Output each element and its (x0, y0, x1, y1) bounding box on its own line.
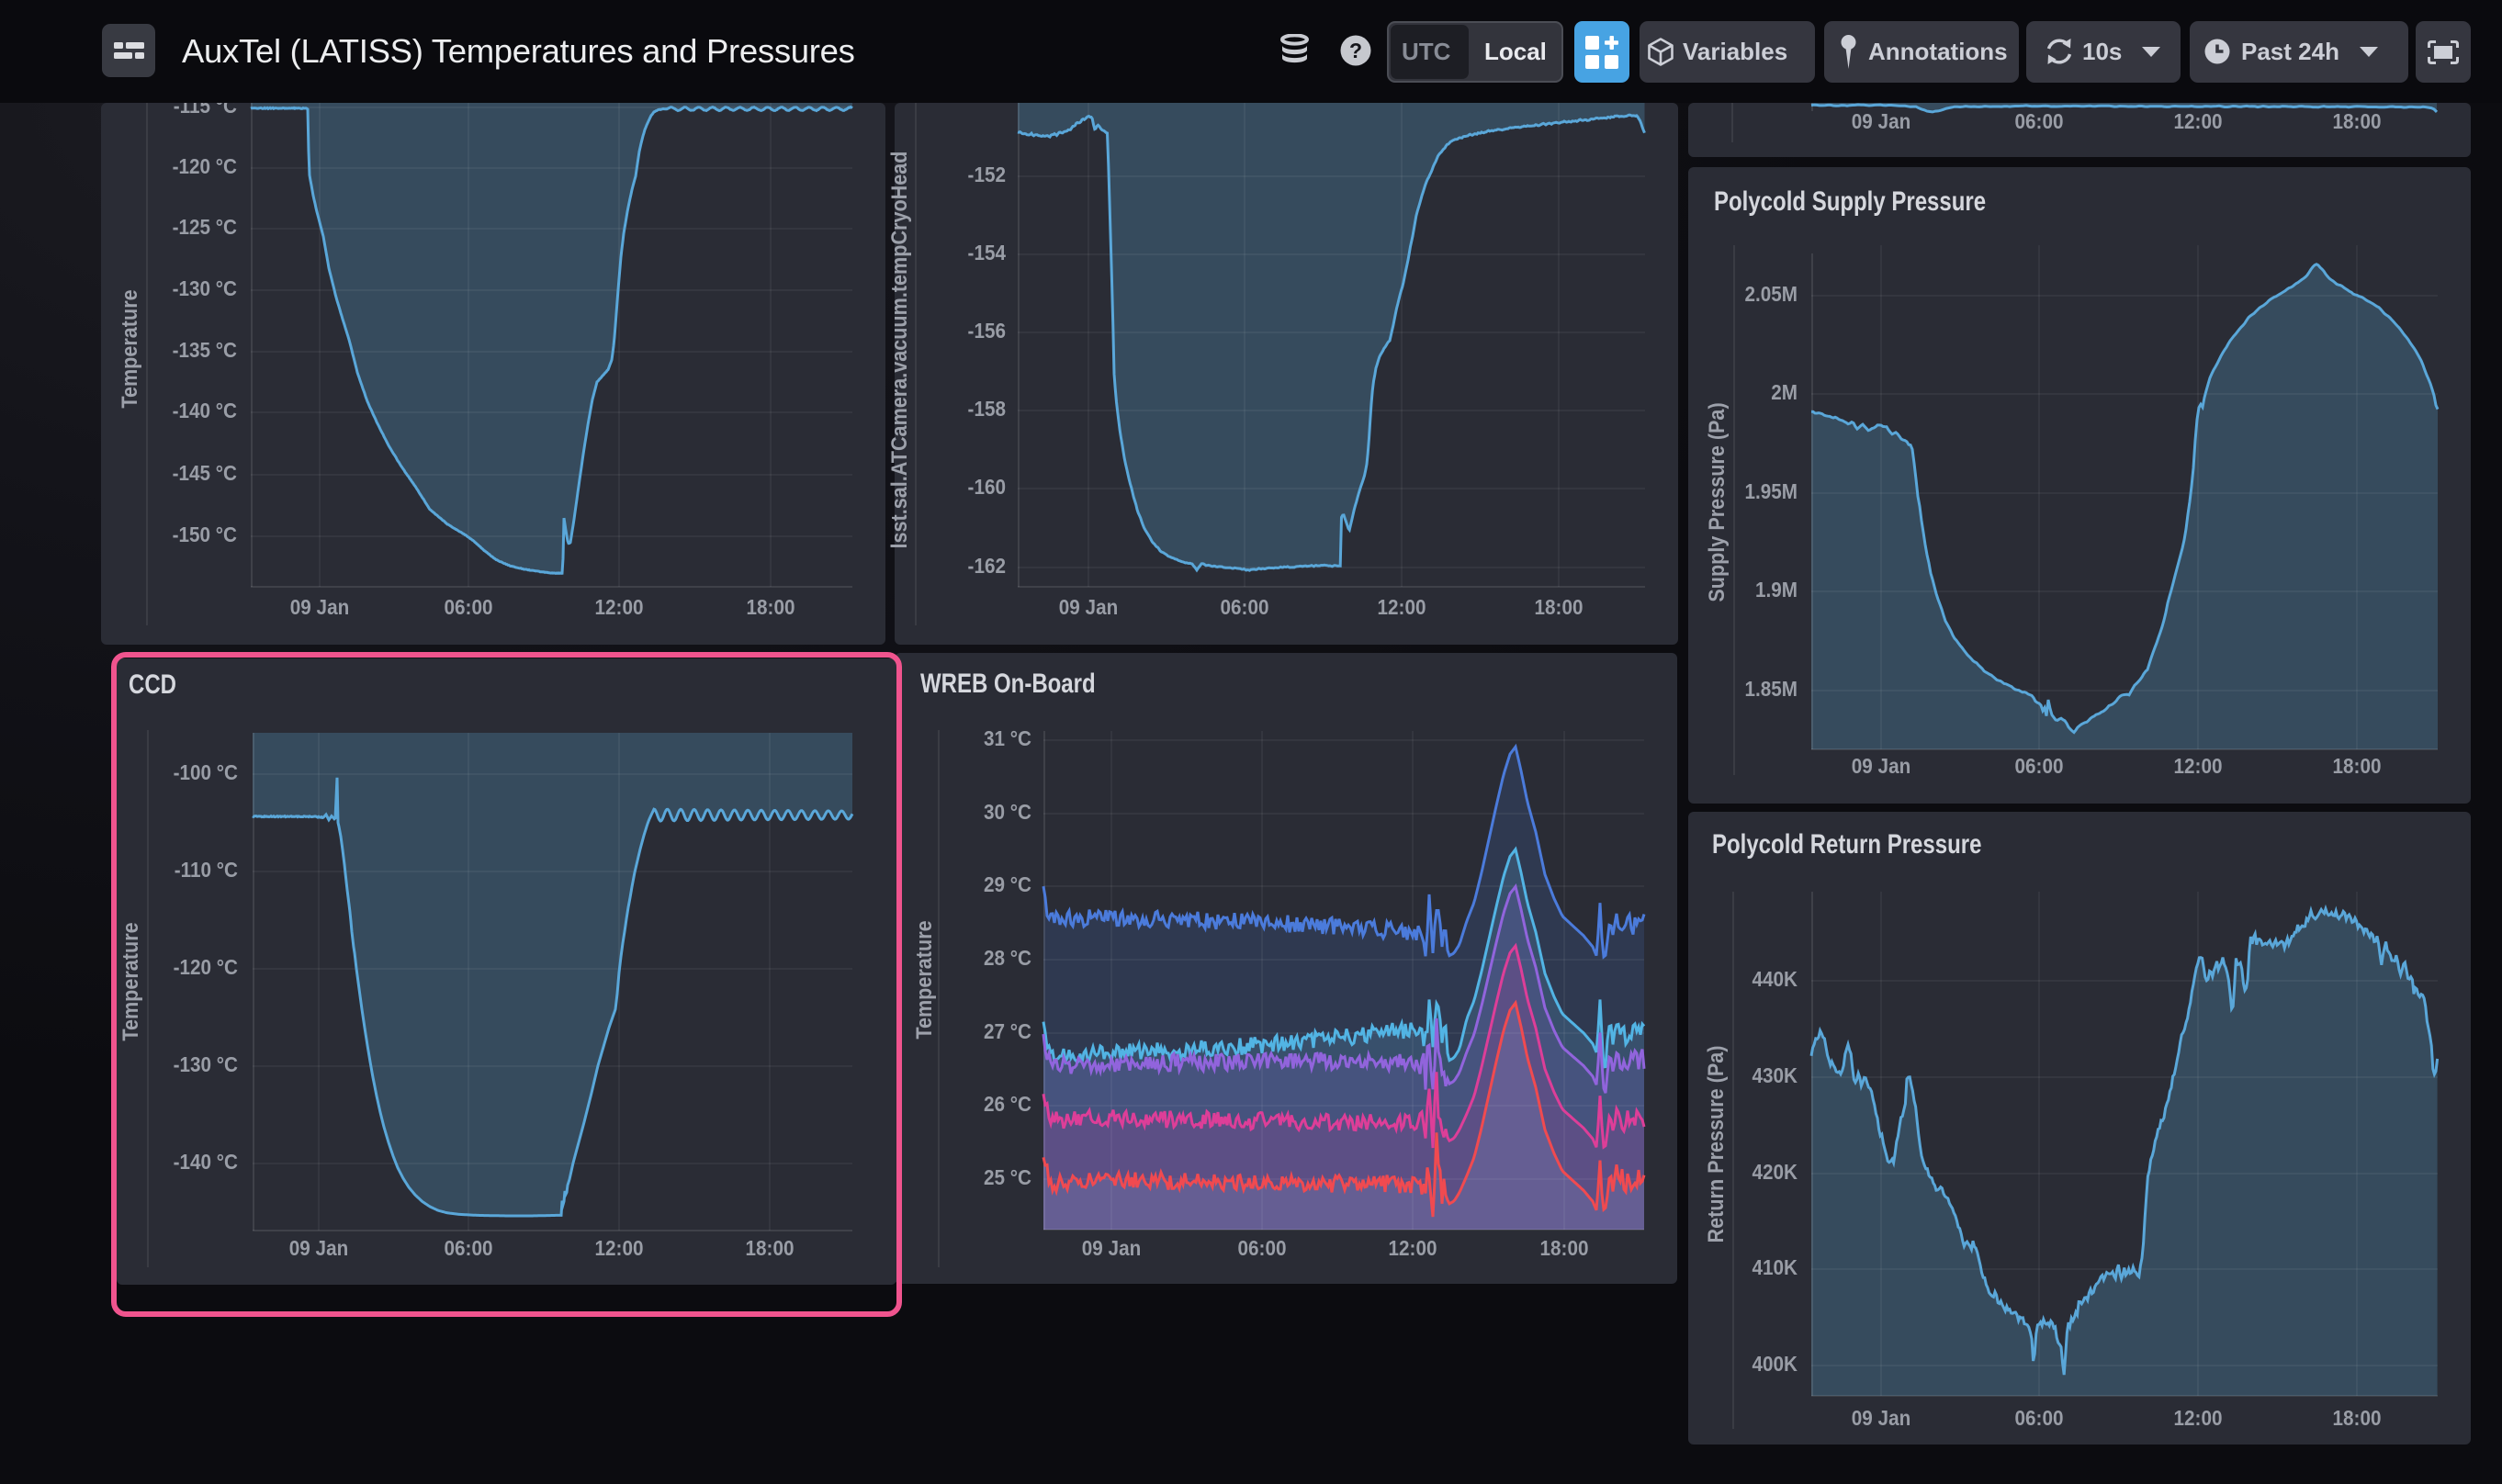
svg-text:?: ? (1349, 39, 1362, 62)
